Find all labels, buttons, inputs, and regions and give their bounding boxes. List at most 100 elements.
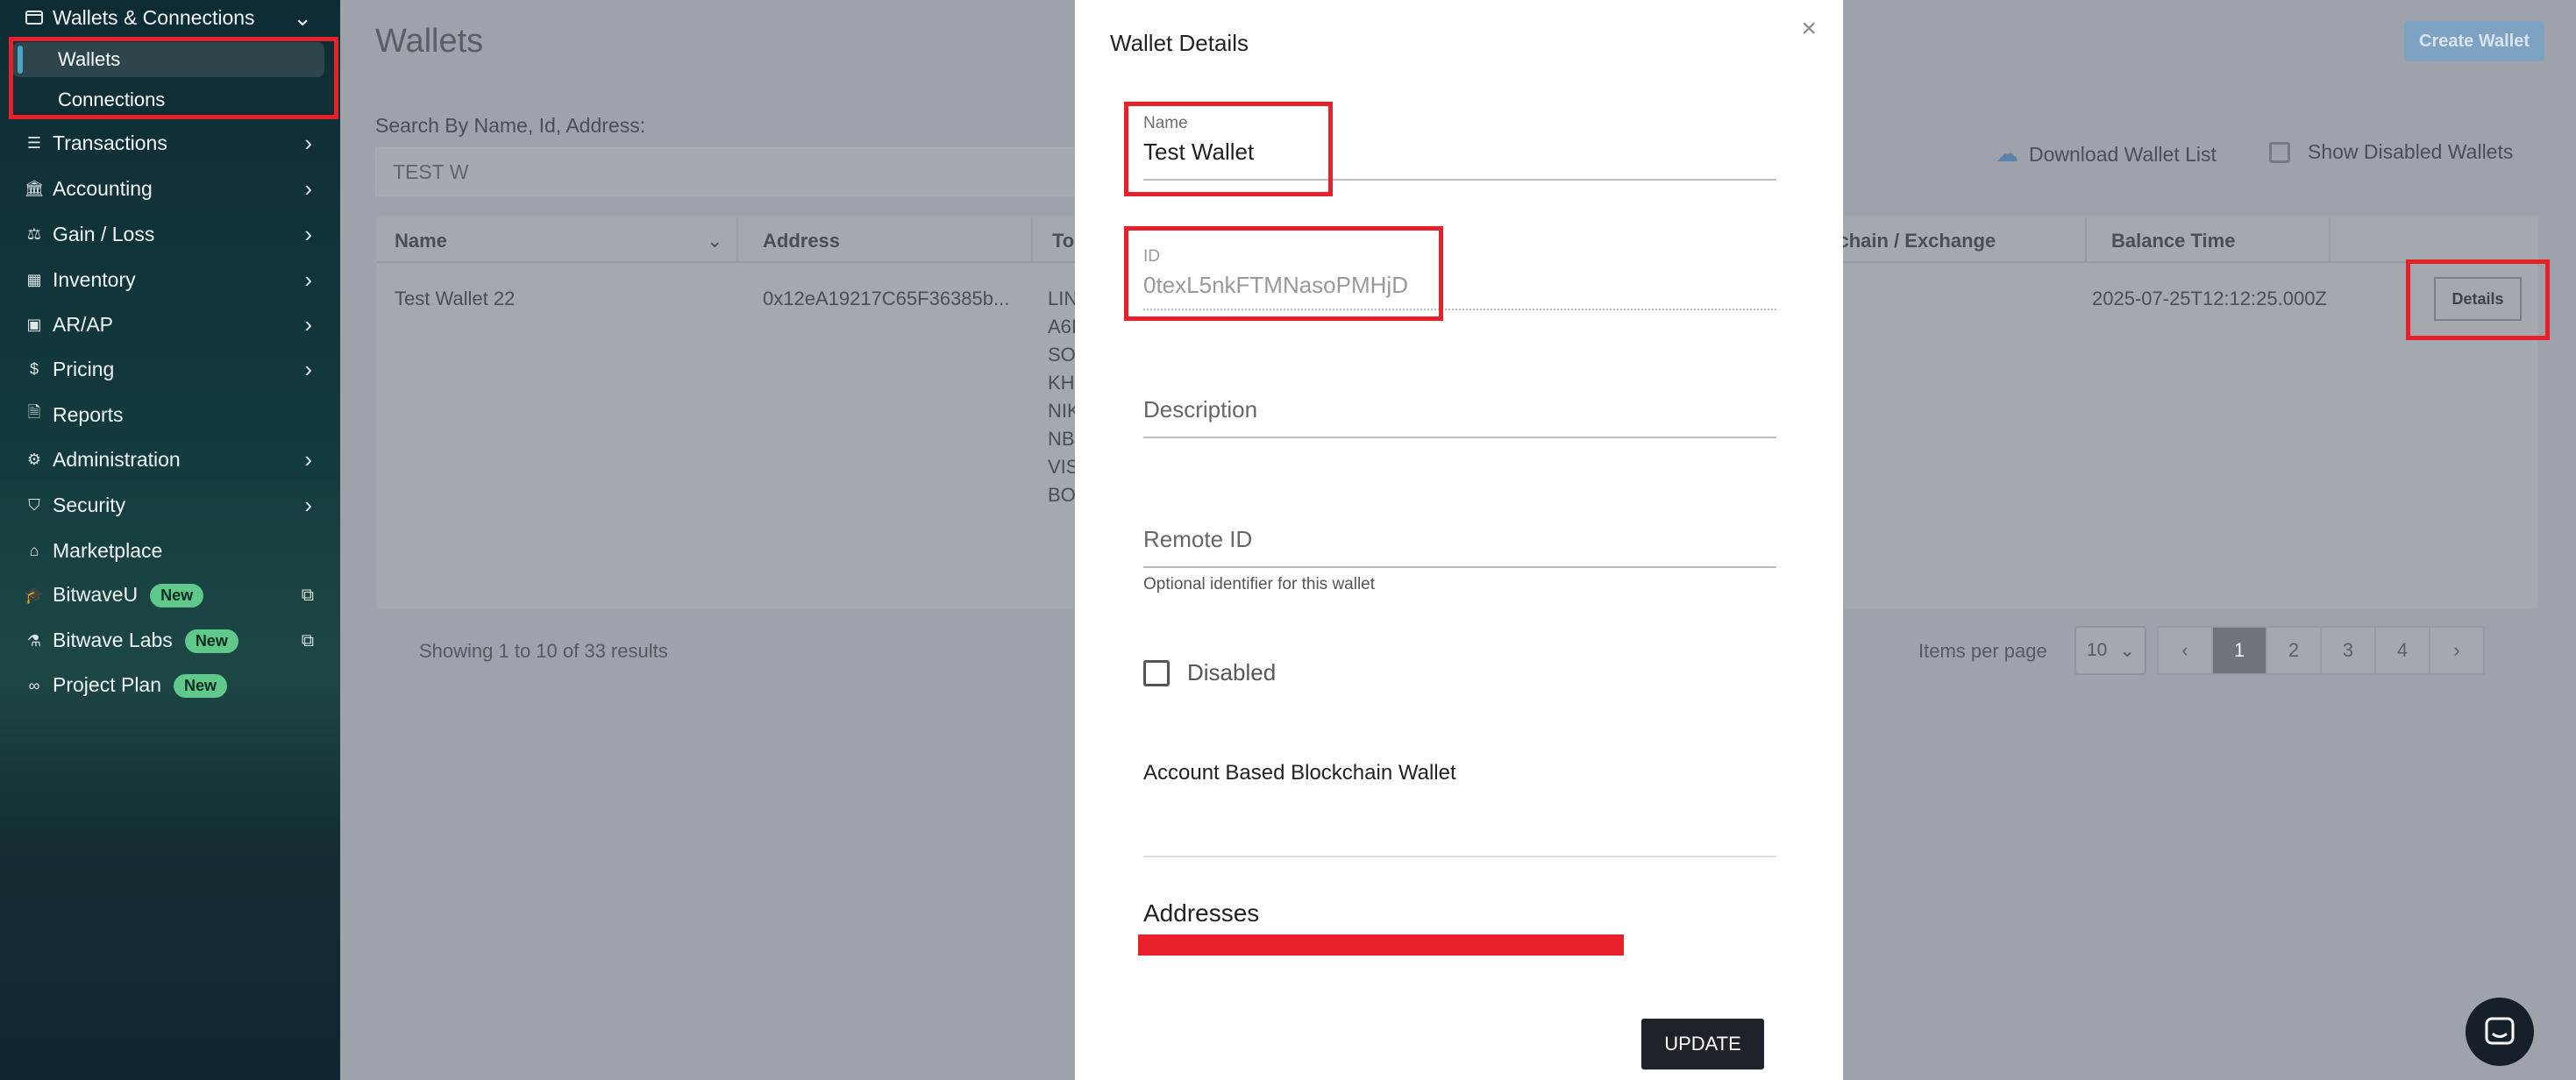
items-per-page-select[interactable]: 10 ⌄	[2074, 626, 2146, 675]
chevron-right-icon: ›	[304, 445, 312, 472]
sidebar-item-label: Accounting	[53, 176, 153, 200]
sidebar-item-marketplace[interactable]: ⌂ Marketplace	[0, 529, 340, 572]
wallet-icon	[25, 8, 44, 27]
show-disabled-checkbox[interactable]	[2269, 141, 2290, 163]
page-title: Wallets	[375, 23, 484, 60]
highlight-box-name	[1124, 102, 1333, 196]
close-icon[interactable]: ×	[1801, 14, 1817, 44]
sidebar-item-ar-ap[interactable]: ▣ AR/AP ›	[0, 302, 340, 346]
row-balance-time: 2025-07-25T12:12:25.000Z	[2092, 288, 2327, 309]
page-button-4[interactable]: 4	[2374, 626, 2430, 675]
sidebar: Wallets & Connections ⌄ Wallets Connecti…	[0, 0, 340, 1080]
warehouse-icon: ▦	[26, 270, 42, 288]
sidebar-item-project-plan[interactable]: ∞ Project Plan New	[0, 664, 340, 707]
chevron-right-icon: ›	[304, 491, 312, 518]
page-button-1[interactable]: 1	[2211, 626, 2267, 675]
sidebar-item-label: Reports	[53, 402, 124, 426]
token-label: BO	[1048, 484, 1076, 506]
sidebar-item-label: Project Plan	[53, 672, 162, 696]
column-header-name[interactable]: Name	[395, 230, 447, 252]
sidebar-item-reports[interactable]: 🗎 Reports	[0, 393, 340, 437]
sidebar-item-transactions[interactable]: ☰ Transactions ›	[0, 121, 340, 165]
wallet-details-modal: Wallet Details × Name Test Wallet ID 0te…	[1075, 0, 1843, 1080]
description-field[interactable]: Description	[1143, 396, 1776, 438]
search-label: Search By Name, Id, Address:	[375, 114, 646, 137]
column-divider	[2085, 217, 2087, 261]
disabled-checkbox-row[interactable]: Disabled	[1143, 659, 1276, 686]
sidebar-item-gain-loss[interactable]: ⚖ Gain / Loss ›	[0, 212, 340, 256]
modal-title: Wallet Details	[1110, 30, 1249, 56]
binoculars-icon: ∞	[28, 676, 40, 694]
token-label: LIN	[1048, 288, 1078, 309]
show-disabled-toggle[interactable]: Show Disabled Wallets	[2269, 140, 2513, 164]
sidebar-item-bitwaveu[interactable]: 🎓 BitwaveU New ⧉	[0, 573, 340, 617]
new-badge: New	[150, 584, 204, 608]
column-header-blockchain-exchange[interactable]: ckchain / Exchange	[1817, 230, 1996, 252]
remote-id-placeholder: Remote ID	[1143, 526, 1253, 552]
column-header-tokens[interactable]: To	[1052, 230, 1074, 252]
field-underline	[1143, 437, 1776, 438]
prev-page-button[interactable]: ‹	[2157, 626, 2213, 675]
highlight-box-details	[2406, 259, 2550, 340]
new-badge: New	[184, 629, 238, 654]
show-disabled-label: Show Disabled Wallets	[2308, 140, 2514, 163]
next-page-button[interactable]: ›	[2429, 626, 2485, 675]
chevron-down-icon[interactable]: ⌄	[707, 230, 722, 252]
token-label: A6I	[1048, 316, 1078, 338]
sidebar-item-bitwave-labs[interactable]: ⚗ Bitwave Labs New ⧉	[0, 619, 340, 663]
admin-icon: ⚙	[26, 450, 42, 468]
column-header-balance-time[interactable]: Balance Time	[2111, 230, 2235, 252]
sidebar-item-label: BitwaveU	[53, 582, 139, 606]
addresses-title: Addresses	[1143, 899, 1260, 927]
sidebar-item-label: Gain / Loss	[53, 222, 155, 245]
highlight-box-sidebar	[9, 37, 338, 119]
scale-icon: ⚖	[26, 224, 42, 243]
redaction-bar	[1138, 934, 1624, 956]
column-header-address[interactable]: Address	[763, 230, 840, 252]
sidebar-item-security[interactable]: ⛉ Security ›	[0, 483, 340, 527]
column-divider	[737, 217, 738, 261]
sidebar-item-accounting[interactable]: 🏛 Accounting ›	[0, 167, 340, 210]
bank-icon: 🏛	[24, 179, 45, 197]
page-button-3[interactable]: 3	[2320, 626, 2376, 675]
download-wallet-list-link[interactable]: ☁ Download Wallet List	[1996, 140, 2217, 167]
highlight-box-id	[1124, 226, 1443, 321]
search-input[interactable]	[375, 147, 1129, 196]
account-based-blockchain-wallet-label: Account Based Blockchain Wallet	[1143, 761, 1456, 785]
sidebar-group-wallets-connections[interactable]: Wallets & Connections ⌄	[0, 0, 340, 39]
disabled-label: Disabled	[1187, 659, 1277, 686]
token-label: SO	[1048, 344, 1076, 366]
chevron-right-icon: ›	[304, 174, 312, 202]
update-button[interactable]: UPDATE	[1641, 1019, 1764, 1069]
sidebar-item-administration[interactable]: ⚙ Administration ›	[0, 437, 340, 481]
page-button-2[interactable]: 2	[2266, 626, 2322, 675]
chat-launcher-button[interactable]	[2466, 998, 2534, 1066]
description-placeholder: Description	[1143, 396, 1258, 423]
money-icon: ▣	[26, 315, 42, 333]
chevron-right-icon: ›	[304, 266, 312, 293]
tag-icon: ⌂	[29, 541, 39, 559]
items-per-page-label: Items per page	[1918, 640, 2047, 662]
new-badge: New	[174, 674, 228, 699]
sidebar-item-label: Administration	[53, 447, 181, 471]
shield-icon: ⛉	[28, 495, 40, 514]
items-per-page-value: 10	[2087, 640, 2108, 660]
create-wallet-button[interactable]: Create Wallet	[2404, 21, 2544, 61]
chevron-down-icon: ⌄	[293, 4, 312, 31]
sidebar-item-label: Security	[53, 493, 126, 516]
row-address: 0x12eA19217C65F36385b...	[763, 288, 1010, 309]
sidebar-item-pricing[interactable]: $ Pricing ›	[0, 347, 340, 391]
cloud-download-icon: ☁	[1996, 140, 2018, 167]
remote-id-field[interactable]: Remote ID	[1143, 526, 1776, 568]
sidebar-item-inventory[interactable]: ▦ Inventory ›	[0, 258, 340, 302]
pagination-summary: Showing 1 to 10 of 33 results	[419, 640, 668, 662]
sidebar-item-label: Bitwave Labs	[53, 628, 173, 651]
chevron-right-icon: ›	[304, 220, 312, 247]
remote-id-hint: Optional identifier for this wallet	[1143, 575, 1376, 593]
field-underline	[1143, 566, 1776, 568]
disabled-checkbox[interactable]	[1143, 659, 1170, 686]
column-divider	[2329, 217, 2330, 261]
flask-icon: ⚗	[26, 631, 42, 650]
section-divider	[1143, 856, 1776, 857]
pagination: ‹ 1 2 3 4 ›	[2157, 626, 2485, 675]
